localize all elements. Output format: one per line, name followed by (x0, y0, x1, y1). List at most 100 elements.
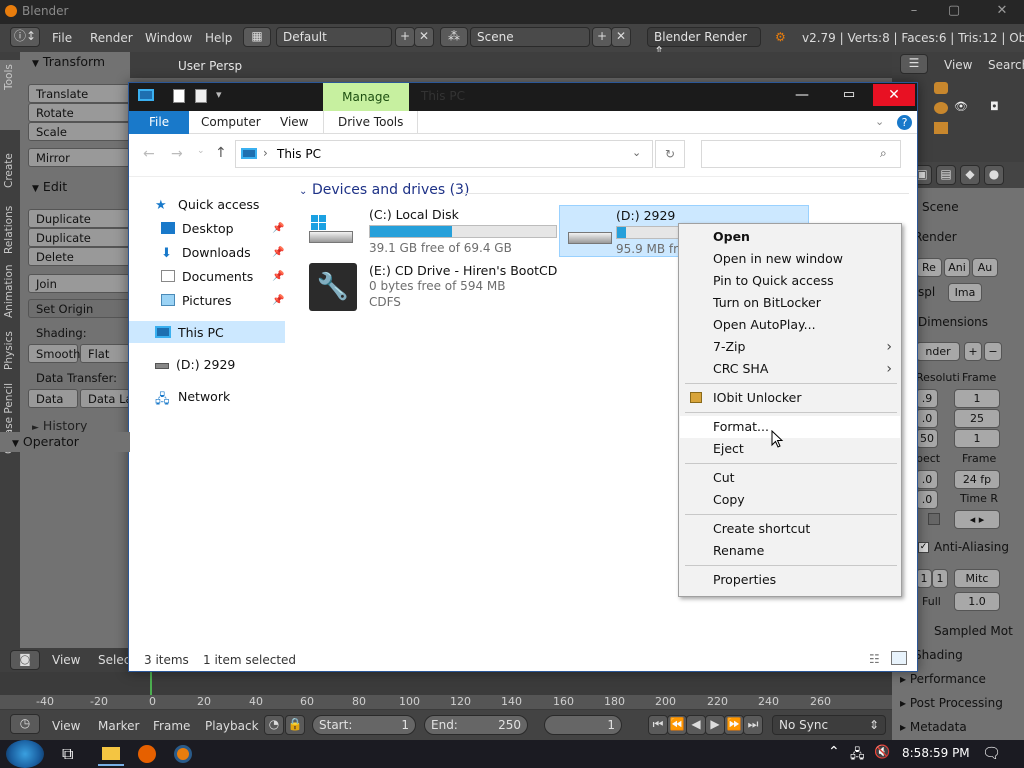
pin-icon[interactable]: 📌 (272, 247, 284, 258)
play-icon[interactable]: ▶ (705, 715, 725, 735)
maximize-window-icon[interactable]: ▭ (826, 84, 872, 106)
animation-button[interactable]: Ani (944, 258, 970, 277)
timeline-view-menu[interactable]: View (52, 719, 80, 733)
start-frame-field[interactable]: Start: 1 (312, 715, 416, 735)
layout-field[interactable]: Default (276, 27, 392, 47)
frame-step-field[interactable]: 1 (954, 429, 1000, 448)
translate-button[interactable]: Translate (28, 84, 130, 103)
menu-open-new-window[interactable]: Open in new window (680, 248, 900, 270)
firefox-icon[interactable] (138, 745, 156, 763)
frame-start-field[interactable]: 1 (954, 389, 1000, 408)
select-menu[interactable]: Selec (98, 653, 128, 667)
volume-muted-icon[interactable]: 🔇 (874, 745, 890, 760)
info-editor-icon[interactable]: ⓘ↕ (10, 27, 40, 47)
outliner-search-menu[interactable]: Search (988, 58, 1024, 72)
menu-render[interactable]: Render (90, 31, 133, 45)
scene-tab-icon[interactable]: ◆ (960, 165, 980, 185)
file-explorer-taskbar-icon[interactable] (98, 742, 124, 766)
menu-pin-quick-access[interactable]: Pin to Quick access (680, 270, 900, 292)
nav-quick-access[interactable]: ★ Quick access (155, 193, 259, 215)
frame-end-field[interactable]: 25 (954, 409, 1000, 428)
blender-taskbar-icon[interactable] (174, 745, 192, 763)
timeline-marker-menu[interactable]: Marker (98, 719, 139, 733)
menu-crc-sha[interactable]: CRC SHA › (680, 358, 900, 380)
pin-icon[interactable]: 📌 (272, 223, 284, 234)
flat-button[interactable]: Flat (80, 344, 130, 363)
menu-iobit-unlocker[interactable]: IObit Unlocker (680, 387, 900, 409)
jump-keyframe-forward-icon[interactable]: ⏩ (724, 715, 744, 735)
current-frame-marker[interactable] (150, 672, 152, 696)
layout-icon[interactable]: ▦ (243, 27, 271, 47)
add-preset-icon[interactable]: + (964, 342, 982, 361)
set-origin-button[interactable]: Set Origin (28, 299, 130, 318)
address-box[interactable]: › This PC ⌄ (235, 140, 653, 168)
back-icon[interactable]: ← (143, 146, 155, 162)
nav-downloads[interactable]: ⬇ Downloads (161, 241, 251, 263)
sync-select[interactable]: No Sync ⇕ (772, 715, 886, 735)
help-icon[interactable]: ? (897, 115, 912, 130)
play-reverse-icon[interactable]: ◀ (686, 715, 706, 735)
add-scene-icon[interactable]: + (592, 27, 612, 47)
timeline-playback-menu[interactable]: Playback (205, 719, 259, 733)
duplicate-linked-button[interactable]: Duplicate Linked (28, 228, 130, 259)
fps-select[interactable]: 24 fp (954, 470, 1000, 489)
res-y-field[interactable]: .0 (916, 409, 938, 428)
menu-window[interactable]: Window (145, 31, 192, 45)
network-icon[interactable]: 🖧 (850, 745, 865, 767)
task-view-icon[interactable]: ⧉ (62, 744, 73, 764)
render-button[interactable]: Re (916, 258, 942, 277)
render-panel-label[interactable]: Render (914, 230, 957, 244)
outliner-editor-icon[interactable]: ☰ (900, 54, 928, 74)
nav-pictures[interactable]: Pictures (161, 289, 232, 311)
drive-c-tile[interactable]: (C:) Local Disk 39.1 GB free of 69.4 GB (305, 205, 557, 257)
post-processing-panel[interactable]: ▸ Post Processing (900, 696, 1003, 710)
outliner-view-menu[interactable]: View (944, 58, 972, 72)
scene-icon[interactable]: ⁂ (440, 27, 468, 47)
current-frame-field[interactable]: 1 (544, 715, 622, 735)
menu-autoplay[interactable]: Open AutoPlay... (680, 314, 900, 336)
tab-create[interactable]: Create (0, 136, 20, 196)
anti-aliasing-checkbox[interactable]: ✓ (918, 542, 929, 553)
notifications-icon[interactable]: 🗨 (982, 744, 1001, 762)
start-button-icon[interactable] (6, 740, 44, 768)
filter-select[interactable]: Mitc (954, 569, 1000, 588)
jump-start-icon[interactable]: ⏮ (648, 715, 668, 735)
menu-format[interactable]: Format... (680, 416, 900, 438)
performance-panel[interactable]: ▸ Performance (900, 672, 986, 686)
aa-sample-5[interactable]: 1 (916, 569, 932, 588)
dimensions-label[interactable]: Dimensions (918, 315, 988, 329)
filter-size-field[interactable]: 1.0 (954, 592, 1000, 611)
smooth-button[interactable]: Smooth (28, 344, 80, 363)
keying-icon[interactable]: ◔ (264, 715, 284, 735)
mirror-button[interactable]: Mirror (28, 148, 130, 167)
new-folder-qat-icon[interactable] (195, 89, 207, 103)
jump-end-icon[interactable]: ⏭ (743, 715, 763, 735)
jump-keyframe-back-icon[interactable]: ⏪ (667, 715, 687, 735)
pin-icon[interactable]: 📌 (272, 271, 284, 282)
drive-e-tile[interactable]: 🔧 (E:) CD Drive - Hiren's BootCD 0 bytes… (305, 261, 557, 313)
scale-button[interactable]: Scale (28, 122, 130, 141)
menu-help[interactable]: Help (205, 31, 232, 45)
close-window-icon[interactable]: ✕ (873, 84, 915, 106)
tab-drive-tools[interactable]: Drive Tools (323, 111, 419, 134)
nav-this-pc[interactable]: This PC (155, 321, 224, 343)
world-tab-icon[interactable]: ● (984, 165, 1004, 185)
tab-view[interactable]: View (266, 111, 322, 134)
nav-drive-d[interactable]: (D:) 2929 (155, 353, 235, 375)
scene-field[interactable]: Scene (470, 27, 590, 47)
address-dropdown-icon[interactable]: ⌄ (632, 146, 641, 159)
breadcrumb-chevron-icon[interactable]: › (263, 146, 268, 160)
nav-desktop[interactable]: Desktop (161, 217, 234, 239)
join-button[interactable]: Join (28, 274, 130, 293)
metadata-panel[interactable]: ▸ Metadata (900, 720, 967, 734)
minimize-icon[interactable]: – (896, 0, 932, 22)
tray-chevron-icon[interactable]: ⌃ (828, 744, 840, 760)
timeline-editor-icon[interactable]: ◷ (10, 714, 40, 734)
recent-locations-icon[interactable]: ⌄ (197, 146, 205, 156)
lock-icon[interactable]: 🔒 (285, 715, 305, 735)
transform-panel-header[interactable]: ▼ Transform (20, 54, 130, 74)
border-checkbox[interactable] (928, 513, 940, 525)
remove-layout-icon[interactable]: ✕ (414, 27, 434, 47)
remove-scene-icon[interactable]: ✕ (611, 27, 631, 47)
search-box[interactable]: ⌕ (701, 140, 901, 168)
